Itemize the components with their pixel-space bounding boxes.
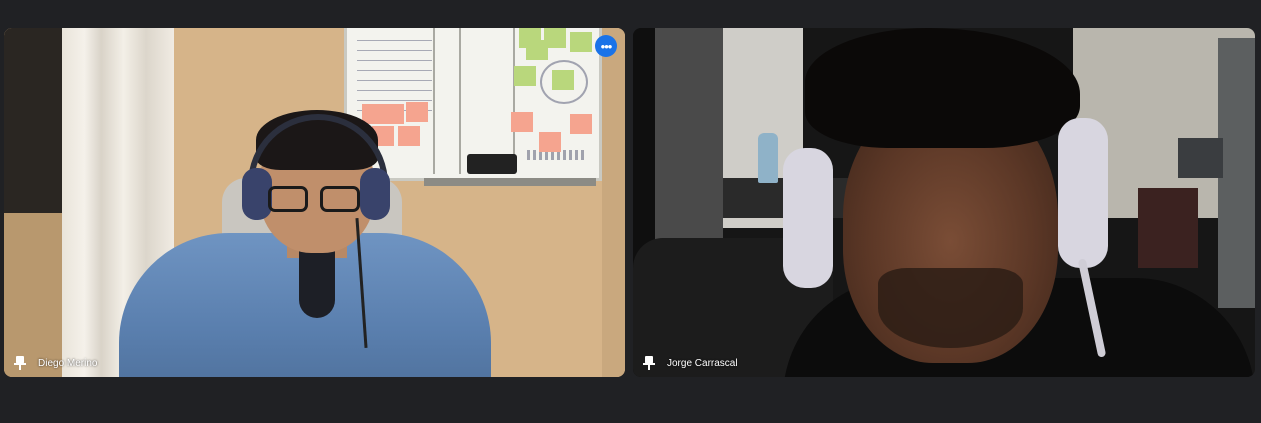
headset-earcup — [783, 148, 833, 288]
whiteboard-line — [433, 28, 435, 174]
more-options-button[interactable]: ••• — [595, 35, 617, 57]
sticky-note — [514, 66, 536, 86]
participant-tile-diego-merino[interactable]: ••• Diego Merino — [4, 28, 625, 377]
headset-earcup — [1058, 118, 1108, 268]
person-beard — [878, 268, 1023, 348]
participant-name-bar: Diego Merino — [4, 349, 625, 377]
sticky-note — [552, 70, 574, 90]
pin-icon[interactable] — [641, 355, 657, 371]
sticky-note — [398, 126, 420, 146]
headphone-earcup — [360, 168, 390, 220]
sticky-note — [570, 32, 592, 52]
sticky-note — [539, 132, 561, 152]
box — [1138, 188, 1198, 268]
whiteboard-tray — [424, 178, 596, 186]
video-feed — [633, 28, 1255, 377]
pillar — [653, 28, 723, 258]
sticky-note — [511, 112, 533, 132]
sticky-note — [406, 102, 428, 122]
person-collar — [299, 248, 335, 318]
glasses — [268, 186, 360, 214]
participant-tile-jorge-carrascal[interactable]: Jorge Carrascal — [633, 28, 1255, 377]
participant-name: Diego Merino — [38, 357, 98, 369]
sticky-note — [382, 104, 404, 124]
window — [4, 28, 66, 213]
participant-name-bar: Jorge Carrascal — [633, 349, 1255, 377]
water-bottle — [758, 133, 778, 183]
whiteboard-line — [513, 28, 515, 174]
more-horiz-icon: ••• — [600, 38, 613, 54]
pin-icon[interactable] — [12, 355, 28, 371]
person-hair — [805, 28, 1080, 148]
sticky-note — [526, 40, 548, 60]
whiteboard-line — [459, 28, 461, 174]
box — [1178, 138, 1223, 178]
participant-name: Jorge Carrascal — [667, 357, 738, 369]
video-feed — [4, 28, 625, 377]
whiteboard-eraser — [467, 154, 517, 174]
sticky-note — [570, 114, 592, 134]
cabinet — [1218, 38, 1255, 308]
door — [602, 28, 625, 377]
